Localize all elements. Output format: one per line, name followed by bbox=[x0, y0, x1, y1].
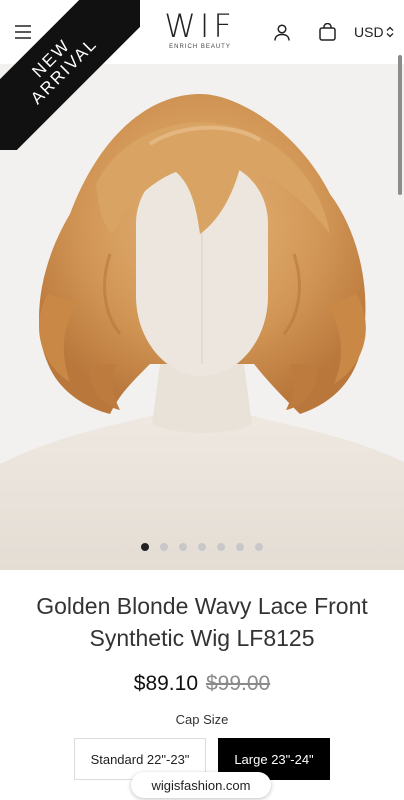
price-row: $89.10 $99.00 bbox=[0, 672, 404, 696]
page-scrollbar[interactable] bbox=[398, 55, 402, 195]
gallery-dot-2[interactable] bbox=[160, 543, 168, 551]
product-image[interactable] bbox=[0, 64, 404, 570]
gallery-pagination bbox=[0, 543, 404, 551]
user-icon[interactable] bbox=[270, 20, 294, 44]
currency-label: USD bbox=[354, 24, 384, 40]
gallery-dot-7[interactable] bbox=[255, 543, 263, 551]
gallery-dot-3[interactable] bbox=[179, 543, 187, 551]
chevron-updown-icon bbox=[386, 26, 394, 38]
wig-on-mannequin-image bbox=[0, 64, 404, 570]
currency-selector[interactable]: USD bbox=[354, 24, 394, 40]
browser-url-pill[interactable]: wigisfashion.com bbox=[131, 772, 271, 798]
sale-price: $89.10 bbox=[133, 672, 198, 695]
gallery-dot-1[interactable] bbox=[141, 543, 149, 551]
cap-size-label: Cap Size bbox=[175, 712, 229, 727]
site-header: WIF ENRICH BEAUTY USD bbox=[0, 0, 404, 64]
gallery-dot-6[interactable] bbox=[236, 543, 244, 551]
brand-logo[interactable]: WIF ENRICH BEAUTY bbox=[150, 10, 250, 54]
shopping-bag-icon[interactable] bbox=[315, 20, 339, 44]
gallery-dot-4[interactable] bbox=[198, 543, 206, 551]
logo-mark: WIF bbox=[164, 7, 236, 45]
compare-at-price: $99.00 bbox=[206, 672, 271, 695]
gallery-dot-5[interactable] bbox=[217, 543, 225, 551]
product-title: Golden Blonde Wavy Lace Front Synthetic … bbox=[36, 593, 368, 651]
menu-icon[interactable] bbox=[11, 20, 35, 44]
search-icon[interactable] bbox=[55, 20, 79, 44]
